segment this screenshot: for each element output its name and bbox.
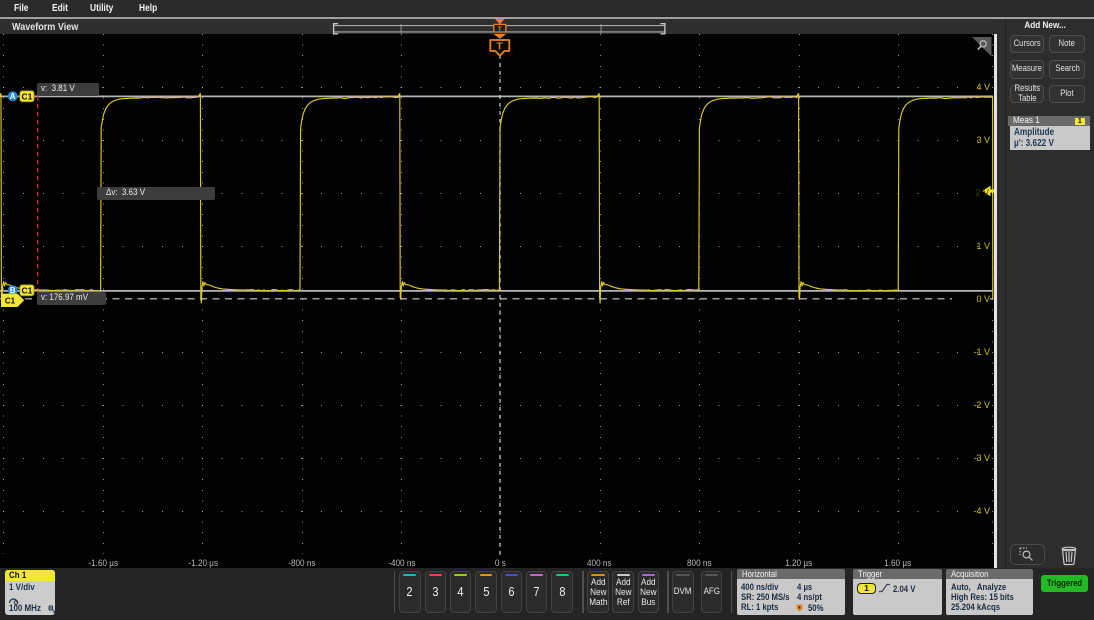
svg-text:C1: C1 [5, 297, 16, 306]
svg-text:2 V: 2 V [975, 188, 989, 198]
svg-text:T: T [497, 42, 503, 53]
svg-text:A: A [10, 92, 16, 101]
svg-text:T: T [498, 26, 502, 33]
svg-text:C1: C1 [21, 91, 32, 101]
svg-text:C1: C1 [21, 285, 32, 295]
